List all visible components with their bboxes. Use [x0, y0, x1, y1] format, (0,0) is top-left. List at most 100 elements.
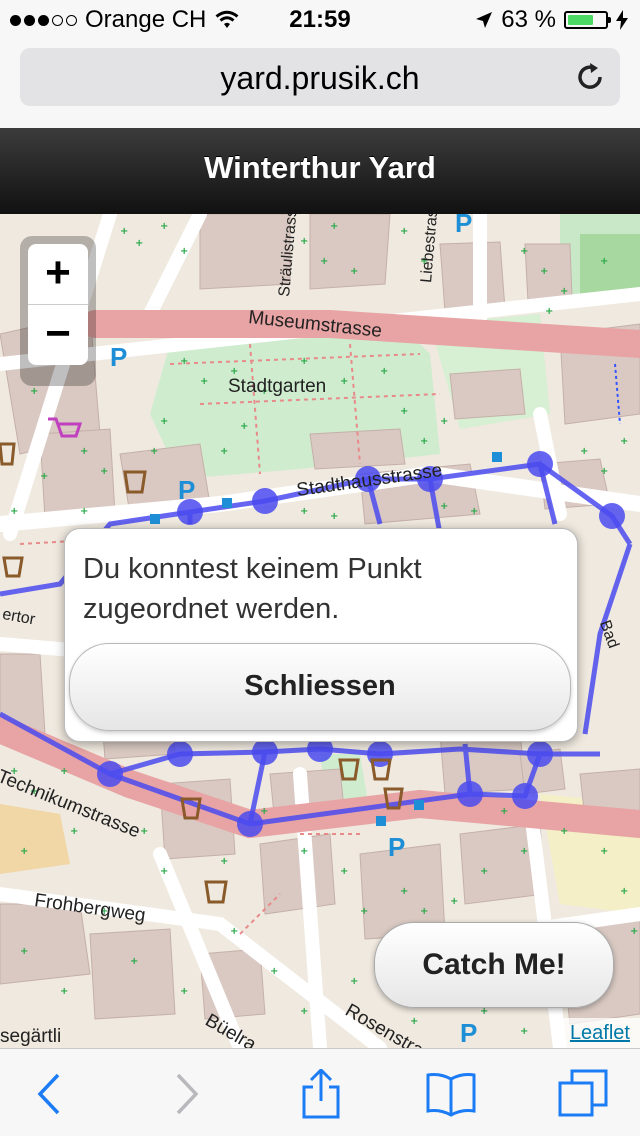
svg-text:+: + — [80, 506, 88, 517]
svg-text:+: + — [545, 306, 553, 317]
battery-icon — [564, 11, 611, 29]
svg-text:+: + — [270, 966, 278, 977]
svg-text:+: + — [520, 246, 528, 257]
svg-text:P: P — [110, 342, 127, 372]
svg-text:+: + — [240, 421, 248, 432]
svg-text:+: + — [600, 256, 608, 267]
svg-text:+: + — [40, 471, 48, 482]
battery-percent: 63 % — [501, 6, 556, 33]
svg-text:+: + — [300, 236, 308, 247]
svg-text:+: + — [440, 416, 448, 427]
svg-text:+: + — [540, 266, 548, 277]
popup-message: Du konntest keinem Punkt zugeordnet werd… — [83, 553, 422, 625]
svg-text:+: + — [300, 846, 308, 857]
address-bar[interactable]: yard.prusik.ch — [20, 48, 620, 106]
zoom-control: + − — [20, 236, 96, 386]
svg-text:+: + — [560, 826, 568, 837]
svg-text:+: + — [140, 826, 148, 837]
svg-text:+: + — [120, 226, 128, 237]
tabs-icon[interactable] — [558, 1069, 608, 1119]
svg-text:+: + — [160, 866, 168, 877]
bookmarks-icon[interactable] — [426, 1069, 476, 1119]
svg-text:+: + — [30, 386, 38, 397]
page-title: Winterthur Yard — [204, 150, 436, 185]
svg-text:+: + — [160, 221, 168, 232]
svg-text:+: + — [560, 286, 568, 297]
park-label-stadtgarten: Stadtgarten — [228, 376, 327, 397]
svg-text:+: + — [200, 376, 208, 387]
svg-text:+: + — [150, 446, 158, 457]
svg-text:+: + — [160, 416, 168, 427]
svg-text:+: + — [60, 766, 68, 777]
svg-text:+: + — [330, 511, 338, 522]
browser-toolbar — [0, 1048, 640, 1136]
app-screen: Orange CH 21:59 63 % yard.prusik.ch Wint… — [0, 0, 640, 1136]
svg-text:+: + — [600, 466, 608, 477]
svg-text:+: + — [20, 846, 28, 857]
svg-text:+: + — [230, 926, 238, 937]
svg-text:+: + — [440, 501, 448, 512]
url-text: yard.prusik.ch — [220, 60, 420, 96]
alert-popup: Du konntest keinem Punkt zugeordnet werd… — [64, 528, 578, 742]
svg-text:+: + — [400, 406, 408, 417]
svg-text:+: + — [340, 376, 348, 387]
svg-text:+: + — [10, 506, 18, 517]
svg-text:+: + — [400, 226, 408, 237]
svg-text:+: + — [350, 266, 358, 277]
svg-text:+: + — [220, 446, 228, 457]
svg-text:+: + — [320, 256, 328, 267]
svg-text:+: + — [580, 446, 588, 457]
svg-text:+: + — [630, 926, 638, 937]
svg-text:+: + — [130, 956, 138, 967]
svg-text:+: + — [420, 906, 428, 917]
svg-text:+: + — [420, 436, 428, 447]
svg-text:+: + — [620, 436, 628, 447]
forward-icon[interactable] — [160, 1069, 210, 1119]
svg-text:+: + — [520, 846, 528, 857]
svg-text:+: + — [450, 896, 458, 907]
zoom-in-button[interactable]: + — [28, 244, 88, 305]
svg-text:+: + — [300, 506, 308, 517]
map-attribution: Leaflet — [559, 1018, 640, 1048]
svg-text:P: P — [455, 214, 472, 238]
svg-text:+: + — [500, 806, 508, 817]
svg-text:+: + — [180, 986, 188, 997]
svg-text:+: + — [620, 886, 628, 897]
location-arrow-icon — [476, 12, 493, 28]
svg-text:+: + — [400, 886, 408, 897]
svg-text:+: + — [410, 1016, 418, 1027]
back-icon[interactable] — [26, 1069, 76, 1119]
svg-text:+: + — [20, 946, 28, 957]
browser-address-area: yard.prusik.ch — [0, 40, 640, 129]
svg-text:+: + — [180, 356, 188, 367]
close-popup-button[interactable]: Schliessen — [69, 643, 571, 731]
svg-text:+: + — [350, 976, 358, 987]
status-bar: Orange CH 21:59 63 % — [0, 0, 640, 40]
page-header: Winterthur Yard — [0, 128, 640, 215]
svg-text:+: + — [180, 246, 188, 257]
svg-text:+: + — [135, 238, 143, 249]
svg-text:+: + — [300, 1006, 308, 1017]
svg-text:+: + — [480, 866, 488, 877]
status-right: 63 % — [475, 6, 628, 34]
svg-text:+: + — [300, 356, 308, 367]
share-icon[interactable] — [296, 1069, 346, 1119]
catch-me-button[interactable]: Catch Me! — [374, 922, 614, 1008]
zoom-out-button[interactable]: − — [28, 305, 88, 365]
svg-text:P: P — [460, 1018, 477, 1048]
svg-text:+: + — [70, 826, 78, 837]
svg-text:+: + — [470, 506, 478, 517]
leaflet-link[interactable]: Leaflet — [570, 1022, 630, 1044]
svg-text:+: + — [360, 906, 368, 917]
svg-text:+: + — [330, 221, 338, 232]
svg-text:+: + — [60, 986, 68, 997]
svg-text:P: P — [178, 475, 195, 505]
reload-icon[interactable] — [574, 61, 606, 93]
svg-text:+: + — [340, 866, 348, 877]
svg-text:+: + — [600, 846, 608, 857]
street-label-segaertli: segärtli — [0, 1026, 62, 1047]
svg-text:+: + — [380, 366, 388, 377]
charging-bolt-icon — [616, 10, 628, 30]
map-view[interactable]: P P P P P + + + + + + + + + + + + + + + … — [0, 214, 640, 1048]
svg-text:+: + — [220, 856, 228, 867]
